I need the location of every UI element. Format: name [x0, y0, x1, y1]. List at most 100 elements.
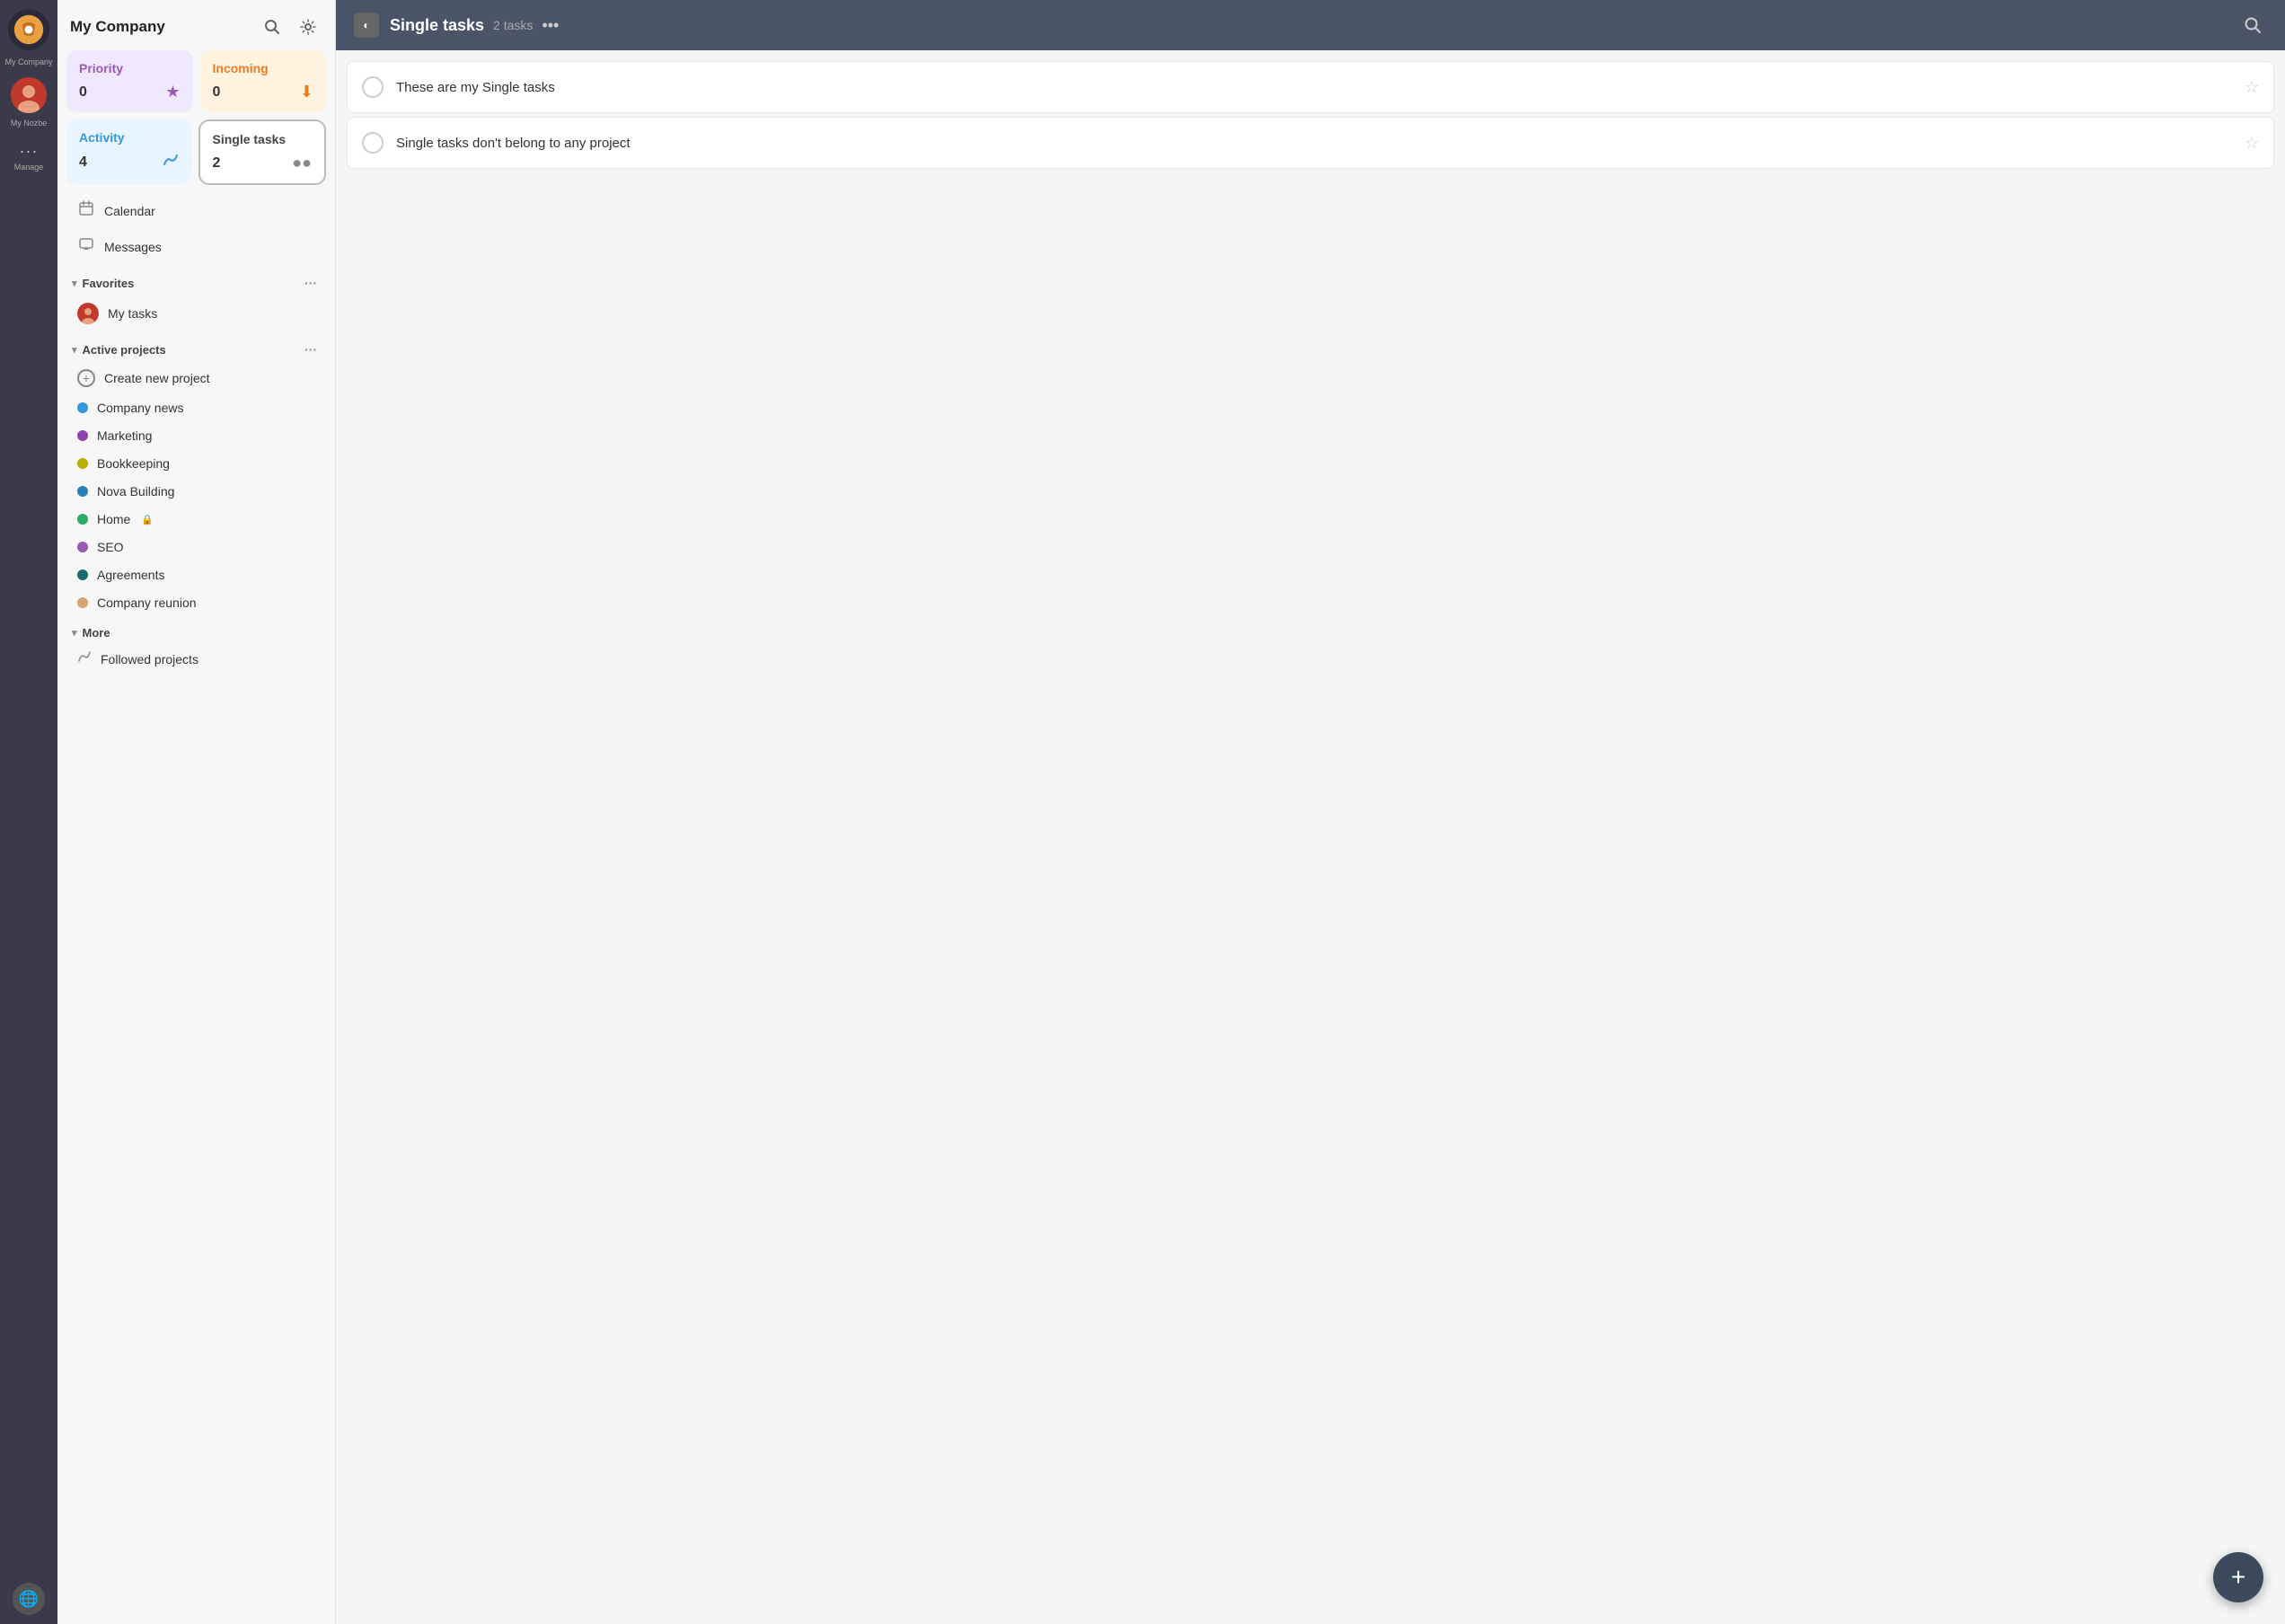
followed-projects-label: Followed projects: [101, 652, 199, 666]
bookkeeping-dot: [77, 458, 88, 469]
messages-icon: [77, 236, 95, 257]
sidebar-item-create-new[interactable]: + Create new project: [63, 363, 330, 393]
sidebar-item-bookkeeping[interactable]: Bookkeeping: [63, 450, 330, 477]
home-label: Home: [97, 512, 130, 526]
favorites-label: Favorites: [83, 277, 135, 290]
fab-add-button[interactable]: +: [2213, 1552, 2263, 1602]
sidebar-header: My Company: [57, 0, 335, 50]
globe-button[interactable]: 🌐: [13, 1583, 45, 1615]
card-activity[interactable]: Activity 4: [66, 119, 191, 185]
sidebar-item-followed-projects[interactable]: Followed projects: [63, 644, 330, 674]
more-label: More: [83, 626, 110, 640]
card-single-row: 2 ●●: [213, 154, 313, 172]
search-button[interactable]: [258, 13, 287, 41]
card-incoming[interactable]: Incoming 0 ⬇: [200, 50, 327, 112]
sidebar-header-icons: [258, 13, 322, 41]
agreements-dot: [77, 569, 88, 580]
lock-icon: 🔒: [141, 514, 154, 525]
card-incoming-count: 0: [213, 84, 221, 101]
sidebar-item-marketing[interactable]: Marketing: [63, 422, 330, 449]
sidebar-item-company-reunion[interactable]: Company reunion: [63, 589, 330, 616]
card-single-icon: ●●: [292, 154, 312, 172]
main-more-button[interactable]: •••: [542, 16, 559, 35]
nav-calendar-label: Calendar: [104, 204, 155, 218]
active-projects-more-icon[interactable]: ···: [301, 340, 321, 358]
manage-button[interactable]: ··· Manage: [11, 138, 47, 174]
header-logo-icon: ◐: [363, 19, 369, 31]
gear-icon: [300, 19, 316, 35]
task-2-text: Single tasks don't belong to any project: [396, 136, 2237, 151]
header-search-icon: [2244, 16, 2262, 34]
task-row-2[interactable]: Single tasks don't belong to any project…: [347, 117, 2274, 169]
card-single-count: 2: [213, 155, 221, 172]
more-expand-icon[interactable]: ▾: [72, 627, 77, 639]
header-search-button[interactable]: [2238, 11, 2267, 40]
card-activity-row: 4: [79, 152, 179, 172]
main-header: ◐ Single tasks 2 tasks •••: [336, 0, 2285, 50]
app-logo[interactable]: [8, 9, 49, 50]
single-tasks-logo: ◐: [354, 13, 379, 38]
favorites-expand-icon[interactable]: ▾: [72, 278, 77, 289]
user-avatar[interactable]: [11, 77, 47, 113]
followed-projects-icon: [77, 650, 92, 667]
favorites-more-icon[interactable]: ···: [301, 274, 321, 292]
task-1-checkbox[interactable]: [362, 76, 384, 98]
card-priority-icon: ★: [165, 83, 180, 102]
calendar-icon: [77, 200, 95, 221]
plus-icon: +: [77, 369, 95, 387]
home-dot: [77, 514, 88, 525]
main-title: Single tasks: [390, 16, 484, 35]
sidebar-item-agreements[interactable]: Agreements: [63, 561, 330, 588]
card-priority[interactable]: Priority 0 ★: [66, 50, 193, 112]
card-priority-count: 0: [79, 84, 87, 101]
nav-messages[interactable]: Messages: [63, 229, 330, 264]
seo-label: SEO: [97, 540, 124, 554]
cards-row: Priority 0 ★ Incoming 0 ⬇: [57, 50, 335, 119]
sidebar-item-nova-building[interactable]: Nova Building: [63, 478, 330, 505]
bookkeeping-label: Bookkeeping: [97, 456, 170, 471]
section-active-projects-header: ▾ Active projects ···: [57, 331, 335, 362]
nova-building-label: Nova Building: [97, 484, 174, 499]
active-projects-expand-icon[interactable]: ▾: [72, 344, 77, 356]
card-incoming-label: Incoming: [213, 61, 314, 75]
section-more-header: ▾ More: [57, 617, 335, 643]
card-incoming-icon: ⬇: [300, 83, 313, 102]
manage-dots-icon: ···: [20, 142, 39, 161]
sidebar-item-seo[interactable]: SEO: [63, 534, 330, 560]
card-single-label: Single tasks: [213, 132, 313, 146]
icon-bar: My Company My Nozbe ··· Manage 🌐: [0, 0, 57, 1624]
sidebar: My Company Priority 0 ★: [57, 0, 336, 1624]
fab-plus-icon: +: [2231, 1563, 2245, 1592]
main-content: ◐ Single tasks 2 tasks ••• These are my …: [336, 0, 2285, 1624]
card-activity-icon: [163, 152, 179, 172]
task-1-text: These are my Single tasks: [396, 80, 2237, 95]
card-single-tasks[interactable]: Single tasks 2 ●●: [199, 119, 327, 185]
card-priority-label: Priority: [79, 61, 181, 75]
marketing-dot: [77, 430, 88, 441]
card-priority-row: 0 ★: [79, 83, 181, 102]
seo-dot: [77, 542, 88, 552]
company-reunion-label: Company reunion: [97, 596, 197, 610]
card-activity-count: 4: [79, 154, 87, 171]
sidebar-item-my-tasks[interactable]: My tasks: [63, 296, 330, 331]
create-new-label: Create new project: [104, 371, 210, 385]
section-favorites-header: ▾ Favorites ···: [57, 265, 335, 296]
my-tasks-avatar: [77, 303, 99, 324]
task-1-star[interactable]: ☆: [2245, 78, 2259, 97]
user-label: My Nozbe: [11, 119, 48, 128]
task-2-checkbox[interactable]: [362, 132, 384, 154]
nav-calendar[interactable]: Calendar: [63, 193, 330, 228]
nova-building-dot: [77, 486, 88, 497]
task-2-star[interactable]: ☆: [2245, 134, 2259, 153]
cards-row-2: Activity 4 Single tasks 2 ●●: [57, 119, 335, 192]
card-activity-label: Activity: [79, 130, 179, 145]
main-task-count: 2 tasks: [493, 18, 533, 32]
settings-button[interactable]: [294, 13, 322, 41]
task-list: These are my Single tasks ☆ Single tasks…: [336, 50, 2285, 1624]
task-row-1[interactable]: These are my Single tasks ☆: [347, 61, 2274, 113]
sidebar-item-home[interactable]: Home 🔒: [63, 506, 330, 533]
agreements-label: Agreements: [97, 568, 164, 582]
sidebar-scroll: Calendar Messages ▾ Favorites ···: [57, 192, 335, 1624]
company-news-label: Company news: [97, 401, 184, 415]
sidebar-item-company-news[interactable]: Company news: [63, 394, 330, 421]
